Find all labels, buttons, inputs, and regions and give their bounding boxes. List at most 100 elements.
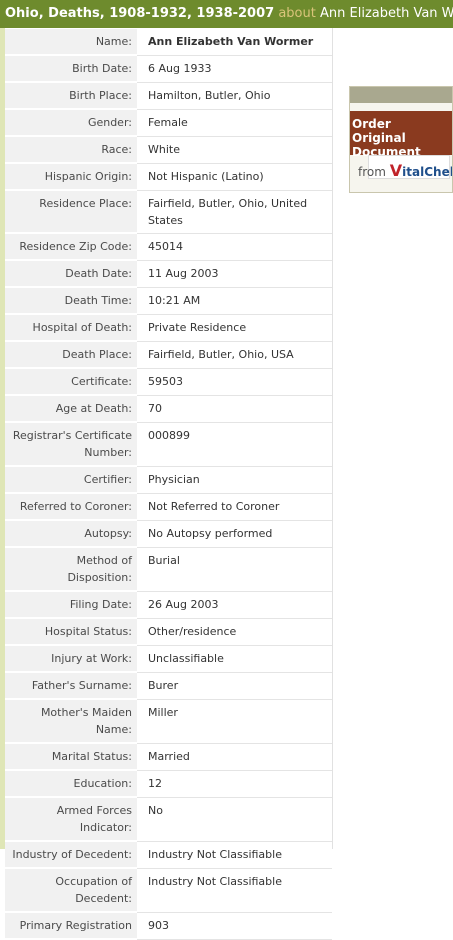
record-row: Name: Ann Elizabeth Van Wormer xyxy=(5,29,332,56)
field-label: Gender: xyxy=(5,109,137,137)
field-label: Birth Date: xyxy=(5,55,137,83)
field-value: 903 xyxy=(137,912,332,940)
field-value: 6 Aug 1933 xyxy=(137,55,332,83)
field-value: 10:21 AM xyxy=(137,287,332,315)
record-row: Education: 12 xyxy=(5,770,332,798)
record-row: Birth Date: 6 Aug 1933 xyxy=(5,55,332,83)
field-label: Father's Surname: xyxy=(5,672,137,700)
field-value: 000899 xyxy=(137,422,332,467)
record-row: Marital Status: Married xyxy=(5,743,332,771)
field-value: Private Residence xyxy=(137,314,332,342)
record-row: Primary Registration 903 xyxy=(5,912,332,940)
brand-v: V xyxy=(389,161,403,180)
field-value: Industry Not Classifiable xyxy=(137,868,332,913)
about-word: about xyxy=(278,6,316,21)
field-label: Birth Place: xyxy=(5,82,137,110)
field-label: Certificate: xyxy=(5,368,137,396)
record-row: Mother's Maiden Name: Miller xyxy=(5,699,332,744)
field-label: Race: xyxy=(5,136,137,164)
record-row: Certificate: 59503 xyxy=(5,368,332,396)
field-value: Unclassifiable xyxy=(137,645,332,673)
record-row: Registrar's Certificate Number: 000899 xyxy=(5,422,332,467)
from-word: from xyxy=(358,165,386,179)
field-label: Age at Death: xyxy=(5,395,137,423)
collection-header: Ohio, Deaths, 1908-1932, 1938-2007 about… xyxy=(0,0,453,28)
field-value: Ann Elizabeth Van Wormer xyxy=(137,29,332,56)
record-row: Industry of Decedent: Industry Not Classi… xyxy=(5,841,332,869)
field-value: Miller xyxy=(137,699,332,744)
record-row: Referred to Coroner: Not Referred to Coro… xyxy=(5,493,332,521)
field-value: Burer xyxy=(137,672,332,700)
field-value: Industry Not Classifiable xyxy=(137,841,332,869)
field-label: Education: xyxy=(5,770,137,798)
field-value: 45014 xyxy=(137,233,332,261)
record-row: Filing Date: 26 Aug 2003 xyxy=(5,591,332,619)
record-row: Death Time: 10:21 AM xyxy=(5,287,332,315)
field-label: Hospital Status: xyxy=(5,618,137,646)
record-row: Method of Disposition: Burial xyxy=(5,547,332,592)
field-value: 59503 xyxy=(137,368,332,396)
ad-top-bar xyxy=(350,87,452,103)
record-row: Hispanic Origin: Not Hispanic (Latino) xyxy=(5,163,332,191)
field-label: Registrar's Certificate Number: xyxy=(5,422,137,467)
field-label: Certifier: xyxy=(5,466,137,494)
record-row: Residence Zip Code: 45014 xyxy=(5,233,332,261)
field-value: Married xyxy=(137,743,332,771)
field-label: Armed Forces Indicator: xyxy=(5,797,137,842)
record-row: Race: White xyxy=(5,136,332,164)
field-label: Hispanic Origin: xyxy=(5,163,137,191)
field-value: 12 xyxy=(137,770,332,798)
order-document-ad[interactable]: Order Original Document from VitalChek xyxy=(349,86,453,193)
field-label: Method of Disposition: xyxy=(5,547,137,592)
record-row: Age at Death: 70 xyxy=(5,395,332,423)
field-label: Death Place: xyxy=(5,341,137,369)
field-value: Burial xyxy=(137,547,332,592)
field-value: Fairfield, Butler, Ohio, USA xyxy=(137,341,332,369)
record-row: Certifier: Physician xyxy=(5,466,332,494)
field-label: Autopsy: xyxy=(5,520,137,548)
field-label: Injury at Work: xyxy=(5,645,137,673)
collection-title[interactable]: Ohio, Deaths, 1908-1932, 1938-2007 xyxy=(0,6,274,21)
record-row: Hospital Status: Other/residence xyxy=(5,618,332,646)
record-row: Residence Place: Fairfield, Butler, Ohio,… xyxy=(5,190,332,234)
record-row: Autopsy: No Autopsy performed xyxy=(5,520,332,548)
field-label: Name: xyxy=(5,29,137,56)
field-label: Residence Zip Code: xyxy=(5,233,137,261)
field-value: 70 xyxy=(137,395,332,423)
field-label: Industry of Decedent: xyxy=(5,841,137,869)
field-label: Death Date: xyxy=(5,260,137,288)
record-row: Injury at Work: Unclassifiable xyxy=(5,645,332,673)
field-label: Primary Registration xyxy=(5,912,137,940)
field-value: Fairfield, Butler, Ohio, United States xyxy=(137,190,332,234)
field-value: Not Referred to Coroner xyxy=(137,493,332,521)
record-row: Birth Place: Hamilton, Butler, Ohio xyxy=(5,82,332,110)
field-label: Residence Place: xyxy=(5,190,137,234)
record-row: Armed Forces Indicator: No xyxy=(5,797,332,842)
field-label: Marital Status: xyxy=(5,743,137,771)
field-label: Mother's Maiden Name: xyxy=(5,699,137,744)
vitalchek-logo[interactable]: from VitalChek xyxy=(358,161,453,180)
field-label: Death Time: xyxy=(5,287,137,315)
field-label: Occupation of Decedent: xyxy=(5,868,137,913)
field-value: Physician xyxy=(137,466,332,494)
record-row: Gender: Female xyxy=(5,109,332,137)
field-value: 26 Aug 2003 xyxy=(137,591,332,619)
field-value: No Autopsy performed xyxy=(137,520,332,548)
record-row: Hospital of Death: Private Residence xyxy=(5,314,332,342)
field-label: Referred to Coroner: xyxy=(5,493,137,521)
field-value: Other/residence xyxy=(137,618,332,646)
field-value: Hamilton, Butler, Ohio xyxy=(137,82,332,110)
field-value: Female xyxy=(137,109,332,137)
record-row: Father's Surname: Burer xyxy=(5,672,332,700)
field-label: Hospital of Death: xyxy=(5,314,137,342)
column-divider xyxy=(332,28,333,849)
person-name-header: Ann Elizabeth Van Wormer xyxy=(320,6,453,21)
field-value: 11 Aug 2003 xyxy=(137,260,332,288)
brand-rest: italChek xyxy=(402,165,453,179)
field-value: White xyxy=(137,136,332,164)
order-original-document-button[interactable]: Order Original Document xyxy=(350,111,452,159)
field-value: No xyxy=(137,797,332,842)
field-label: Filing Date: xyxy=(5,591,137,619)
record-row: Death Date: 11 Aug 2003 xyxy=(5,260,332,288)
record-table: Name: Ann Elizabeth Van Wormer Birth Date:… xyxy=(5,29,332,940)
